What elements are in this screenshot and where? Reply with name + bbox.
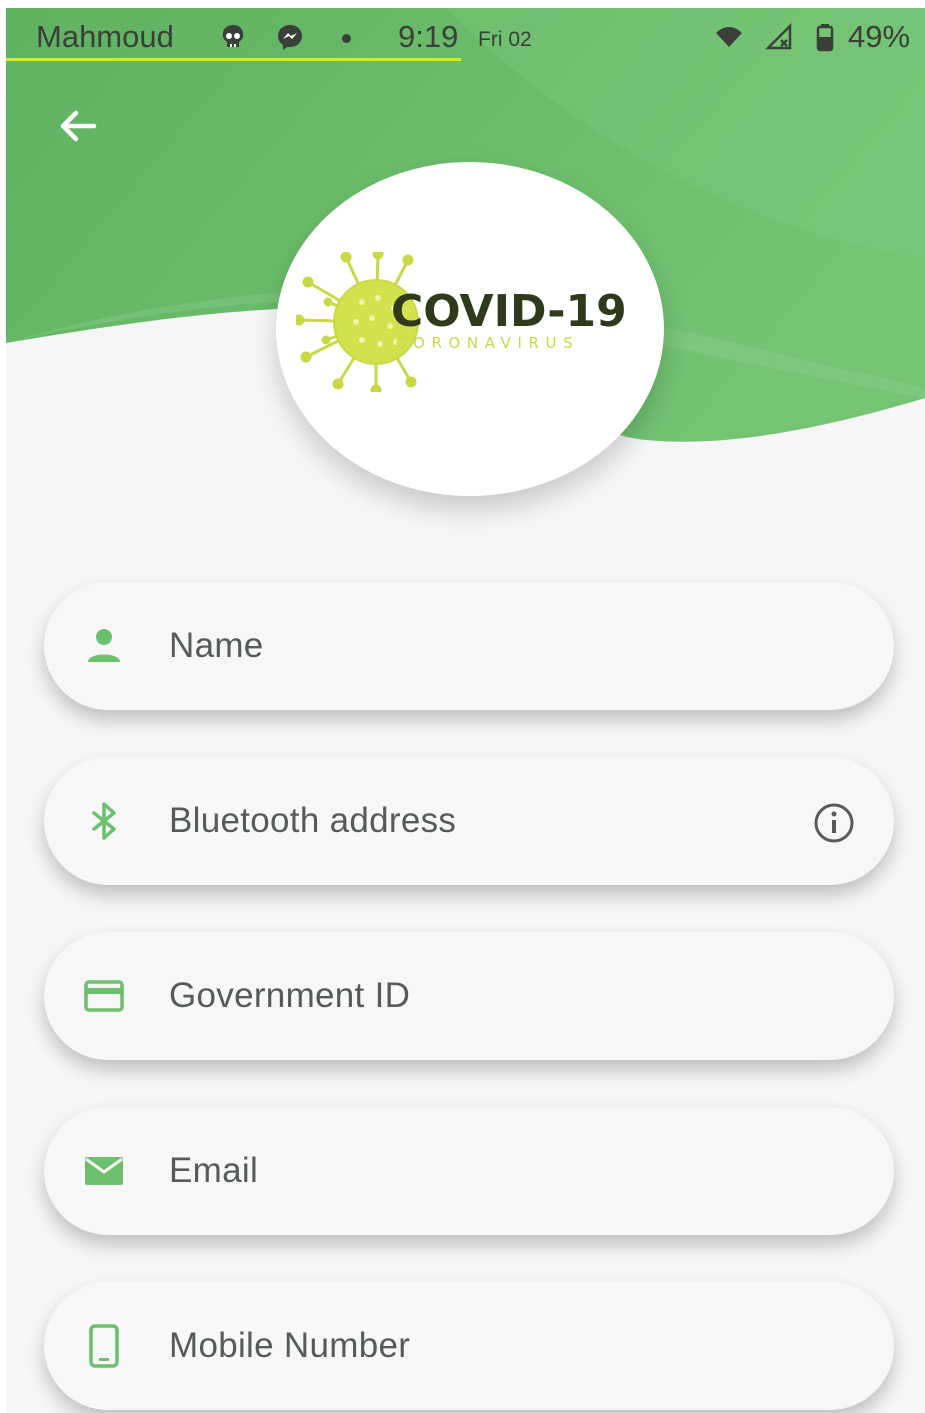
government-id-field[interactable]: Government ID xyxy=(44,932,894,1060)
carrier-name: Mahmoud xyxy=(36,19,174,54)
mobile-number-placeholder: Mobile Number xyxy=(169,1326,411,1365)
name-field[interactable]: Name xyxy=(44,582,894,710)
name-field-placeholder: Name xyxy=(169,626,264,665)
phone-icon xyxy=(89,1324,119,1368)
person-icon xyxy=(88,629,120,662)
email-field[interactable]: Email xyxy=(44,1107,894,1235)
logo-title: COVID-19 xyxy=(391,286,627,337)
app-logo: COVID-19 CORONAVIRUS xyxy=(276,162,664,496)
email-field-placeholder: Email xyxy=(169,1151,259,1190)
mobile-number-field[interactable]: Mobile Number xyxy=(44,1282,894,1410)
government-id-placeholder: Government ID xyxy=(169,976,411,1015)
bluetooth-address-field[interactable]: Bluetooth address xyxy=(44,757,894,885)
messenger-icon xyxy=(278,25,302,50)
wifi-icon xyxy=(716,27,742,47)
mail-icon xyxy=(85,1157,123,1185)
skull-icon xyxy=(222,25,244,47)
battery-icon xyxy=(816,24,834,52)
status-date: Fri 02 xyxy=(478,28,532,51)
id-card-icon xyxy=(84,980,124,1012)
notification-dot xyxy=(342,34,351,43)
status-underline xyxy=(6,58,461,61)
status-time: 9:19 xyxy=(398,19,459,54)
logo-subtitle: CORONAVIRUS xyxy=(396,334,580,352)
signal-icon xyxy=(764,22,792,50)
screen: Mahmoud 9:19 Fri 02 49% COVID-19 CORONAV… xyxy=(6,8,925,1413)
bluetooth-icon xyxy=(92,802,116,840)
back-arrow-icon[interactable] xyxy=(52,100,104,152)
battery-percentage: 49% xyxy=(848,19,911,54)
info-icon[interactable] xyxy=(812,801,856,845)
bluetooth-field-placeholder: Bluetooth address xyxy=(169,801,457,840)
